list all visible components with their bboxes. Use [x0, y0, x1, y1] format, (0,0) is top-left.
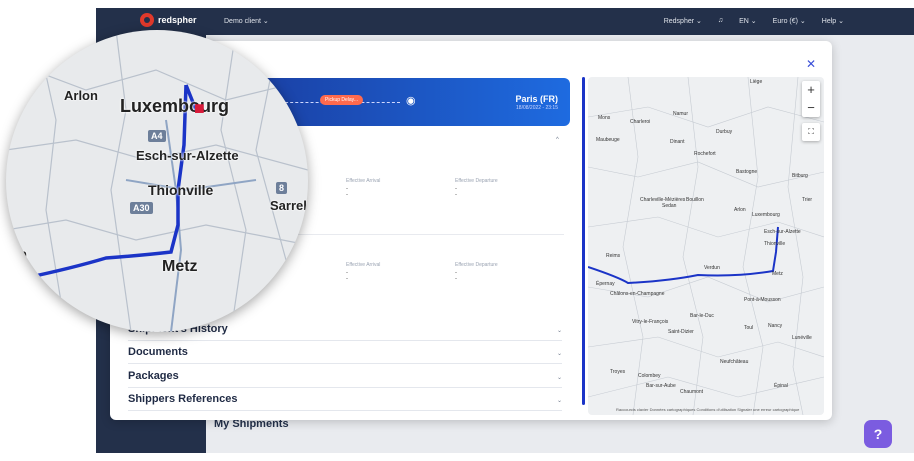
- highway-shield: A30: [130, 202, 153, 214]
- section-shippers-references[interactable]: Shippers References ⌄: [128, 391, 562, 411]
- destination-city: Paris (FR): [515, 94, 558, 104]
- arrival-value: -: [346, 276, 348, 282]
- brand-name: redspher: [158, 15, 197, 25]
- highway-shield: A4: [148, 130, 166, 142]
- map-place: Trier: [802, 197, 813, 203]
- map-place: Esch-sur-Alzette: [764, 229, 801, 235]
- brand-logo[interactable]: redspher: [140, 13, 197, 27]
- departure-label: Effective Departure: [455, 178, 498, 184]
- magnified-place: un: [10, 246, 28, 262]
- magnified-place: Arlon: [64, 88, 98, 103]
- arrival-label: Effective Arrival: [346, 178, 381, 184]
- map-place: Colombey: [638, 373, 661, 379]
- section-title: Packages: [128, 370, 179, 382]
- map-place: Neufchâteau: [720, 359, 749, 365]
- map-place: Liège: [750, 79, 763, 85]
- truck-icon: ■: [194, 98, 205, 118]
- map-place: Bar-le-Duc: [690, 313, 714, 319]
- map-place: Reims: [606, 253, 621, 259]
- client-selector[interactable]: Demo client ⌄: [224, 17, 269, 25]
- map-place: Bouillon: [686, 197, 704, 203]
- map-place: Arlon: [734, 207, 746, 213]
- map-place: Épinal: [774, 383, 788, 389]
- currency-selector[interactable]: Euro (€) ⌄: [773, 17, 806, 25]
- status-badge: Pickup Delay...: [320, 95, 363, 105]
- map-place: Lunéville: [792, 335, 812, 341]
- map-place: Metz: [772, 271, 783, 277]
- chevron-down-icon: ⌄: [556, 328, 562, 334]
- active-indicator-bar: [582, 77, 585, 405]
- help-menu[interactable]: Help ⌄: [822, 17, 844, 25]
- redspher-logo-icon: [140, 13, 154, 27]
- map-magnifier: Arlon Luxembourg Esch-sur-Alzette Thionv…: [6, 30, 308, 332]
- section-title: Shippers References: [128, 393, 238, 405]
- route-map[interactable]: Liège Namur Mons Charleroi Maubeuge Dina…: [588, 77, 824, 415]
- chevron-down-icon: ⌄: [556, 398, 562, 404]
- user-menu[interactable]: Redspher ⌄: [664, 17, 702, 25]
- chevron-down-icon: ⌄: [556, 375, 562, 381]
- zoom-out-button[interactable]: −: [802, 99, 820, 117]
- destination-pin-icon: ◉: [406, 95, 416, 107]
- map-place: Épernay: [596, 281, 615, 287]
- map-place: Pont-à-Mousson: [744, 297, 781, 303]
- map-place: Charleroi: [630, 119, 651, 125]
- map-place: Bar-sur-Aube: [646, 383, 676, 389]
- chevron-down-icon: ⌄: [556, 351, 562, 357]
- map-place: Maubeuge: [596, 137, 620, 143]
- map-place: Châlons-en-Champagne: [610, 291, 665, 297]
- departure-value: -: [455, 192, 457, 198]
- zoom-in-button[interactable]: +: [802, 81, 820, 99]
- departure-label: Effective Departure: [455, 262, 498, 268]
- arrival-label: Effective Arrival: [346, 262, 381, 268]
- map-place: Chaumont: [680, 389, 704, 395]
- map-place: Saint-Dizier: [668, 329, 694, 335]
- magnified-place: Sarrel: [270, 198, 307, 213]
- close-icon[interactable]: ✕: [806, 57, 816, 71]
- map-place: Mons: [598, 115, 611, 121]
- magnified-place: Thionville: [148, 182, 214, 198]
- magnified-place: Esch-sur-Alzette: [136, 148, 239, 163]
- map-place: Nancy: [768, 323, 783, 329]
- map-place: Durbuy: [716, 129, 733, 135]
- map-attribution[interactable]: Raccourcis clavier Données cartographiqu…: [616, 407, 799, 412]
- map-place: Namur: [673, 111, 689, 117]
- departure-value: -: [455, 276, 457, 282]
- map-place: Sedan: [662, 203, 677, 209]
- map-place: Vitry-le-François: [632, 319, 669, 325]
- magnified-place: Luxembourg: [120, 96, 230, 116]
- magnifier-roads: [6, 30, 308, 332]
- zoom-control: + −: [802, 81, 820, 117]
- map-place: Verdun: [704, 265, 720, 271]
- map-place: Luxembourg: [752, 212, 780, 218]
- map-place: Bastogne: [736, 169, 758, 175]
- section-title: Documents: [128, 346, 188, 358]
- section-packages[interactable]: Packages ⌄: [128, 368, 562, 388]
- fullscreen-icon[interactable]: ⛶: [802, 123, 820, 141]
- map-place: Rochefort: [694, 151, 716, 157]
- map-place: Toul: [744, 325, 754, 331]
- bell-icon[interactable]: ♫: [718, 17, 723, 25]
- help-button[interactable]: ?: [864, 420, 892, 448]
- collapse-chevron-icon[interactable]: ^: [556, 137, 559, 143]
- language-selector[interactable]: EN ⌄: [739, 17, 757, 25]
- arrival-value: -: [346, 192, 348, 198]
- map-roads: [588, 77, 824, 415]
- highway-shield: 8: [276, 182, 288, 194]
- section-documents[interactable]: Documents ⌄: [128, 344, 562, 364]
- magnified-place: Metz: [162, 258, 198, 275]
- map-place: Bitburg: [792, 173, 808, 179]
- map-place: Dinant: [670, 139, 685, 145]
- map-place: Thionville: [764, 241, 786, 247]
- map-place: Troyes: [610, 369, 626, 375]
- destination-datetime: 18/08/2022 - 23:15: [516, 105, 558, 111]
